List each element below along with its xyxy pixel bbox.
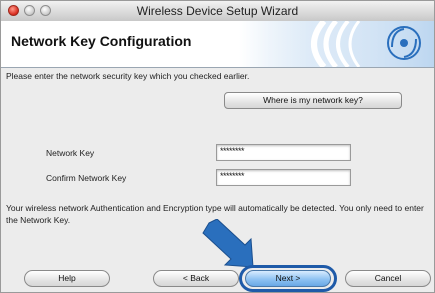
confirm-network-key-field[interactable]: ******** xyxy=(216,169,351,186)
cancel-button[interactable]: Cancel xyxy=(345,270,431,287)
page-title: Network Key Configuration xyxy=(11,33,192,49)
help-button[interactable]: Help xyxy=(24,270,110,287)
back-button[interactable]: < Back xyxy=(153,270,239,287)
wizard-window: Wireless Device Setup Wizard Network Key… xyxy=(0,0,435,293)
instruction-text: Please enter the network security key wh… xyxy=(6,71,250,81)
network-key-label: Network Key xyxy=(46,148,95,158)
pointer-arrow-icon xyxy=(202,219,254,268)
network-key-field[interactable]: ******** xyxy=(216,144,351,161)
content-area: Please enter the network security key wh… xyxy=(1,68,434,292)
header-banner: Network Key Configuration xyxy=(1,21,434,68)
next-button[interactable]: Next > xyxy=(245,270,331,287)
confirm-network-key-label: Confirm Network Key xyxy=(46,173,127,183)
title-bar: Wireless Device Setup Wizard xyxy=(1,1,434,22)
window-title: Wireless Device Setup Wizard xyxy=(136,4,299,18)
where-is-network-key-button[interactable]: Where is my network key? xyxy=(224,92,402,109)
wireless-waves-icon xyxy=(264,21,434,67)
